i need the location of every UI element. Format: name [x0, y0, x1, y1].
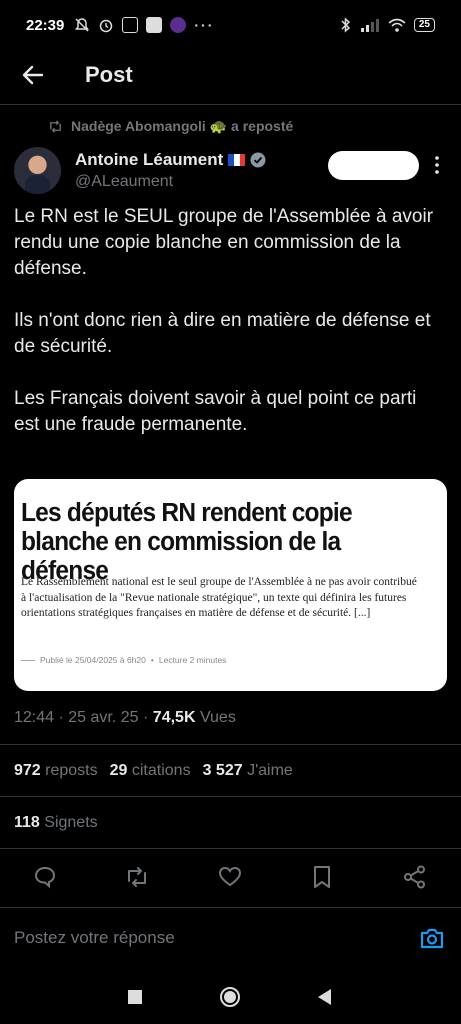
- france-flag-icon: [228, 154, 246, 166]
- link-preview-card[interactable]: Les députés RN rendent copie blanche en …: [14, 479, 447, 691]
- system-back-icon[interactable]: [318, 989, 331, 1005]
- view-count: 74,5K: [152, 709, 196, 726]
- card-meta: Publié le 25/04/2025 à 6h20 • Lecture 2 …: [21, 655, 226, 665]
- mute-icon: [75, 18, 90, 32]
- back-arrow-icon[interactable]: [20, 62, 46, 88]
- quotes-label: citations: [131, 762, 191, 779]
- bookmark-stats: 118 Signets: [14, 814, 98, 832]
- alarm-icon: [100, 19, 113, 33]
- like-heart-icon[interactable]: [217, 864, 243, 890]
- reply-icon[interactable]: [32, 864, 58, 890]
- author-name-row: Antoine Léaument: [75, 150, 266, 170]
- likes-stat[interactable]: 3 527 J'aime: [203, 762, 293, 780]
- card-read-time: Lecture 2 minutes: [158, 655, 227, 665]
- reposts-label: reposts: [45, 762, 98, 779]
- system-nav-bar: [0, 970, 461, 1024]
- status-bar: 22:39 ··· 25: [0, 0, 461, 50]
- status-notification-icons: ···: [74, 17, 214, 33]
- recents-icon[interactable]: [128, 990, 142, 1004]
- action-bar: [0, 858, 461, 898]
- card-published: Publié le 25/04/2025 à 6h20: [40, 655, 146, 665]
- stats-divider: [0, 796, 461, 797]
- reply-divider: [0, 907, 461, 908]
- engagement-stats: 972 reposts 29 citations 3 527 J'aime: [14, 762, 293, 780]
- card-excerpt: Le Rassemblement national est le seul gr…: [21, 576, 417, 619]
- author-name: Antoine Léaument: [75, 150, 224, 169]
- app2-icon: [170, 17, 187, 33]
- tweet-timestamp: 12:44 · 25 avr. 25 · 74,5K Vues: [14, 709, 236, 727]
- likes-label: J'aime: [247, 762, 293, 779]
- tweet-text: Le RN est le SEUL groupe de l'Assemblée …: [14, 204, 444, 464]
- card-headline: Les députés RN rendent copie blanche en …: [21, 499, 353, 585]
- likes-count: 3 527: [202, 762, 243, 779]
- page-title: Post: [85, 62, 133, 87]
- tweet-paragraph: Le RN est le SEUL groupe de l'Assemblée …: [14, 206, 434, 279]
- app-icon: [146, 17, 163, 33]
- bookmarks-count: 118: [14, 814, 40, 831]
- post-date: 25 avr. 25: [68, 709, 139, 726]
- repost-icon: [50, 120, 61, 133]
- more-options-icon[interactable]: [430, 155, 444, 175]
- actions-divider: [0, 848, 461, 849]
- camera-icon[interactable]: [419, 925, 445, 951]
- card-meta-line: [21, 659, 35, 661]
- quotes-count: 29: [109, 762, 128, 779]
- share-icon[interactable]: [402, 864, 428, 890]
- quotes-stat[interactable]: 29 citations: [110, 762, 191, 780]
- follow-button[interactable]: [328, 151, 419, 180]
- repost-indicator[interactable]: Nadège Abomangoli 🐢 a reposté: [48, 118, 293, 135]
- verified-badge-icon: [250, 152, 266, 168]
- bookmark-icon[interactable]: [309, 864, 335, 890]
- author-info[interactable]: Antoine Léaument @ALeaument: [75, 150, 266, 191]
- top-app-bar: Post: [0, 50, 461, 102]
- bookmarks-label: Signets: [44, 814, 98, 831]
- stats-divider: [0, 744, 461, 745]
- bookmarks-stat[interactable]: 118 Signets: [14, 814, 98, 832]
- avatar[interactable]: [14, 147, 61, 194]
- status-time: 22:39: [26, 16, 65, 34]
- battery-icon: 25: [413, 18, 435, 32]
- timestamp-separator: ·: [143, 709, 149, 726]
- more-notifications-icon: ···: [194, 17, 215, 33]
- post-time: 12:44: [14, 709, 55, 726]
- bluetooth-icon: [341, 17, 350, 33]
- wifi-icon: [388, 18, 406, 32]
- author-handle: @ALeaument: [75, 173, 174, 190]
- reply-input[interactable]: Postez votre réponse: [14, 928, 175, 948]
- card-meta-separator: •: [150, 655, 154, 665]
- home-icon[interactable]: [220, 987, 240, 1007]
- status-system-icons: 25: [340, 17, 435, 33]
- header-divider: [0, 104, 461, 105]
- timestamp-separator: ·: [58, 709, 64, 726]
- signal-icon: [360, 19, 379, 32]
- news-icon: [122, 17, 139, 33]
- reposts-stat[interactable]: 972 reposts: [14, 762, 98, 780]
- repost-text: Nadège Abomangoli 🐢 a reposté: [71, 118, 294, 134]
- view-label: Vues: [199, 709, 236, 726]
- reposts-count: 972: [14, 762, 41, 779]
- repost-action-icon[interactable]: [124, 864, 150, 890]
- tweet-paragraph: Ils n'ont donc rien à dire en matière de…: [14, 310, 431, 357]
- tweet-paragraph: Les Français doivent savoir à quel point…: [14, 388, 417, 435]
